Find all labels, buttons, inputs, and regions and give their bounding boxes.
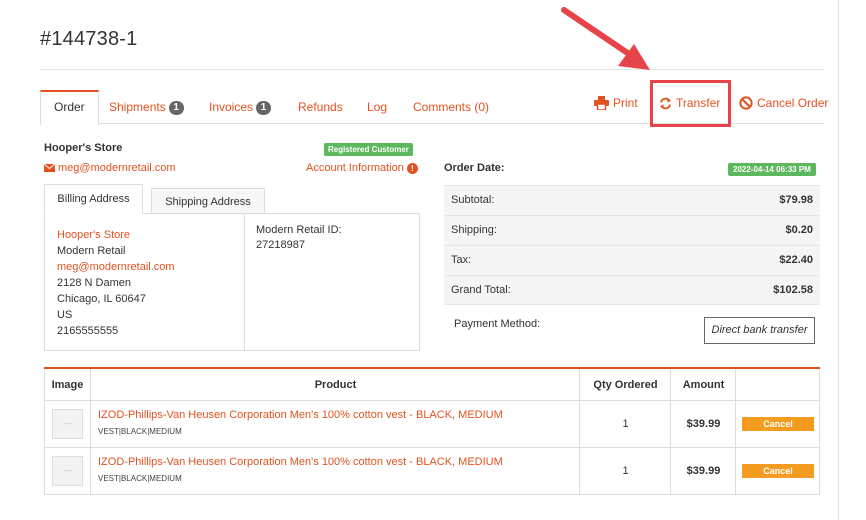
customer-email: meg@modernretail.com [58,162,176,174]
table-header: Image Product Qty Ordered Amount [44,369,820,401]
tab-shipping-address[interactable]: Shipping Address [151,188,265,214]
row-label: Shipping: [451,224,497,236]
billing-street: 2128 N Damen [57,277,131,289]
row-label: Subtotal: [451,194,495,206]
col-image: Image [51,379,84,391]
billing-email[interactable]: meg@modernretail.com [57,259,175,275]
tab-shipments[interactable]: Shipments 1 [109,90,184,124]
col-product: Product [314,379,357,391]
tab-label: Order [54,100,85,114]
row-value: $0.20 [785,224,813,236]
tab-label: Invoices [209,100,254,114]
row-label: Grand Total: [451,284,511,296]
tab-label: Shipments [109,100,166,114]
col-qty: Qty Ordered [593,379,658,391]
table-row: — IZOD-Phillips-Van Heusen Corporation M… [44,401,820,448]
divider [670,369,671,400]
ban-icon [739,96,753,110]
billing-city: Chicago, IL 60647 [57,293,146,305]
divider [670,448,671,494]
divider [579,369,580,400]
account-information-label: Account Information [306,162,404,174]
row-label: Tax: [451,254,472,266]
col-amount: Amount [682,379,725,391]
cancel-order-button[interactable]: Cancel Order [739,96,828,110]
product-qty: 1 [622,465,629,477]
tab-invoices[interactable]: Invoices 1 [209,90,272,124]
billing-company: Modern Retail [57,245,126,257]
divider [735,401,736,447]
tab-refunds[interactable]: Refunds [298,90,343,124]
divider [90,448,91,494]
divider [244,213,245,351]
row-value: $102.58 [773,284,813,296]
order-date-label: Order Date: [444,162,505,174]
annotation-arrow-icon [561,7,650,70]
divider [579,401,580,447]
tab-label: Refunds [298,100,343,114]
billing-address: Hooper's Store Modern Retail meg@modernr… [57,227,175,339]
print-button[interactable]: Print [594,96,638,111]
tab-label: Log [367,100,388,114]
modern-retail-id-label: Modern Retail ID: [256,224,342,236]
printer-icon [594,96,609,111]
page-edge [838,0,839,520]
billing-phone: 2165555555 [57,325,119,337]
row-value: $79.98 [779,194,813,206]
count-badge: 1 [256,101,272,115]
product-qty: 1 [622,418,629,430]
page-title: #144738-1 [40,28,138,50]
cancel-item-button[interactable]: Cancel [742,417,814,431]
divider [735,369,736,400]
subtotal-row: Subtotal: $79.98 [444,185,820,215]
product-thumbnail: — [52,409,83,439]
customer-email-link[interactable]: meg@modernretail.com [43,162,176,174]
count-badge: 1 [168,101,184,115]
modern-retail-id-value: 27218987 [256,239,305,251]
divider [40,69,824,70]
product-name-link[interactable]: IZOD-Phillips-Van Heusen Corporation Men… [98,456,503,468]
tab-billing-address[interactable]: Billing Address [44,184,143,214]
tab-label: Comments (0) [413,100,490,114]
table-row: — IZOD-Phillips-Van Heusen Corporation M… [44,448,820,495]
envelope-icon [43,163,56,172]
cancel-order-label: Cancel Order [757,96,829,110]
product-amount: $39.99 [686,418,721,430]
product-name-link[interactable]: IZOD-Phillips-Van Heusen Corporation Men… [98,409,503,421]
tab-comments[interactable]: Comments (0) [413,90,489,124]
divider [735,448,736,494]
billing-country: US [57,309,73,321]
divider [670,401,671,447]
divider [90,369,91,400]
shipping-row: Shipping: $0.20 [444,215,820,245]
row-value: $22.40 [779,254,813,266]
grand-total-row: Grand Total: $102.58 [444,275,820,305]
annotation-highlight-box [650,80,731,127]
product-variant: VEST|BLACK|MEDIUM [98,427,182,436]
divider [579,448,580,494]
payment-method-label: Payment Method: [454,318,541,330]
tax-row: Tax: $22.40 [444,245,820,275]
payment-method-value: Direct bank transfer [704,317,815,344]
modern-retail-id: Modern Retail ID: 27218987 [256,223,342,253]
tab-log[interactable]: Log [367,90,387,124]
product-amount: $39.99 [686,465,721,477]
cancel-item-button[interactable]: Cancel [742,464,814,478]
divider [90,401,91,447]
billing-name[interactable]: Hooper's Store [57,227,175,243]
products-table: Image Product Qty Ordered Amount — IZOD-… [44,367,820,495]
product-variant: VEST|BLACK|MEDIUM [98,474,182,483]
print-label: Print [613,96,638,110]
store-name: Hooper's Store [44,142,123,154]
tab-order[interactable]: Order [40,90,99,125]
info-icon: ! [406,163,418,174]
product-thumbnail: — [52,456,83,486]
account-information-link[interactable]: Account Information! [306,162,418,174]
order-date-badge: 2022-04-14 06:33 PM [728,163,816,176]
customer-type-badge: Registered Customer [324,143,413,156]
order-totals: Subtotal: $79.98 Shipping: $0.20 Tax: $22.4… [444,185,820,305]
